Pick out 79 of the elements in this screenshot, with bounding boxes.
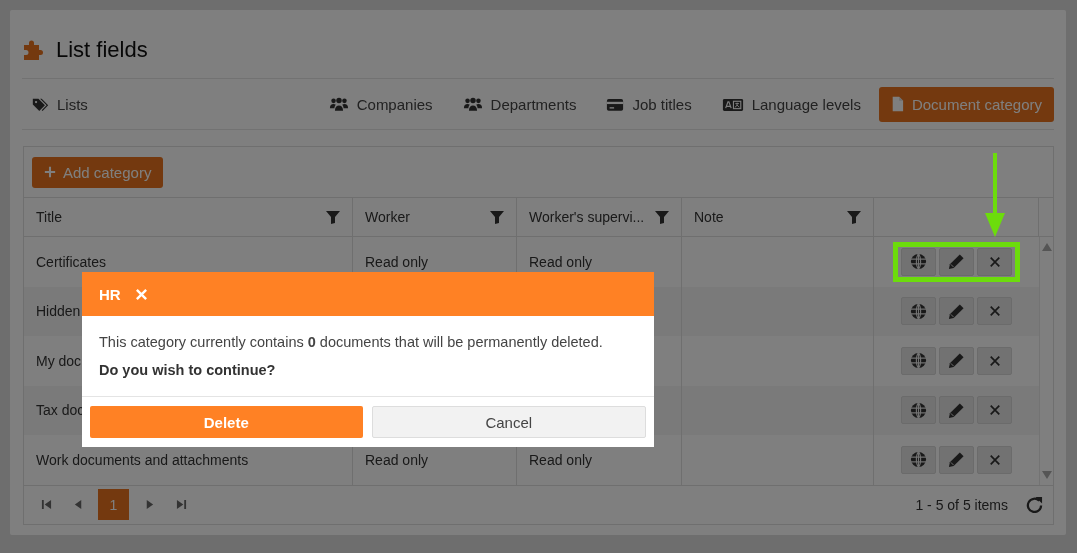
close-icon <box>988 255 1001 268</box>
close-icon <box>988 404 1001 417</box>
nav-tab[interactable]: Companies <box>316 86 445 122</box>
nav-tab[interactable]: Departments <box>450 86 589 122</box>
filter-icon[interactable] <box>655 210 669 224</box>
table-cell: Read only <box>529 451 593 468</box>
nav-tab[interactable]: Language levels <box>709 86 873 122</box>
pencil-icon <box>948 352 965 370</box>
table-cell: Read only <box>529 253 593 270</box>
table-cell: Read only <box>365 253 429 270</box>
close-icon <box>988 305 1001 318</box>
filter-icon[interactable] <box>847 210 861 224</box>
delete-button[interactable] <box>977 247 1012 276</box>
globe-icon <box>910 352 927 370</box>
delete-button[interactable] <box>977 297 1012 326</box>
users-icon <box>328 96 349 112</box>
language-icon <box>721 96 744 112</box>
table-cell: Read only <box>365 451 429 468</box>
edit-button[interactable] <box>939 445 974 474</box>
column-header[interactable]: Note <box>694 209 724 225</box>
translate-button[interactable] <box>901 396 936 425</box>
scroll-up-icon <box>1041 243 1052 251</box>
pencil-icon <box>948 451 965 469</box>
users-icon <box>462 96 483 112</box>
nav-tab[interactable]: Job titles <box>594 86 704 122</box>
scroll-down-icon <box>1041 470 1052 479</box>
last-icon <box>175 499 187 510</box>
edit-button[interactable] <box>939 297 974 326</box>
dialog-message: This category currently contains 0 documents that will be permanently deleted. <box>99 334 604 350</box>
pencil-icon <box>948 302 965 320</box>
column-header[interactable]: Title <box>36 209 62 225</box>
plus-icon <box>44 166 56 178</box>
add-category-button[interactable]: Add category <box>32 156 164 188</box>
delete-button[interactable] <box>977 445 1012 474</box>
close-icon <box>134 287 148 301</box>
id-card-icon <box>606 96 625 112</box>
translate-button[interactable] <box>901 297 936 326</box>
edit-button[interactable] <box>939 247 974 276</box>
pager-summary: 1 - 5 of 5 items <box>915 496 1008 513</box>
close-icon <box>988 453 1001 466</box>
page-button[interactable]: 1 <box>98 489 129 520</box>
refresh-icon <box>1026 496 1043 513</box>
close-button[interactable] <box>134 287 148 301</box>
pencil-icon <box>948 253 965 271</box>
table-cell: My doc <box>36 352 82 369</box>
table-cell: Work documents and attachments <box>36 451 249 468</box>
first-icon <box>40 499 52 510</box>
table-cell: Hidden <box>36 303 81 320</box>
filter-icon[interactable] <box>326 210 340 224</box>
translate-button[interactable] <box>901 445 936 474</box>
column-header[interactable]: Worker's supervi... <box>529 209 645 225</box>
close-icon <box>988 354 1001 367</box>
globe-icon <box>910 253 927 271</box>
nav-tab[interactable]: Document category <box>878 86 1054 122</box>
globe-icon <box>910 401 927 419</box>
translate-button[interactable] <box>901 346 936 375</box>
translate-button[interactable] <box>901 247 936 276</box>
edit-button[interactable] <box>939 346 974 375</box>
edit-button[interactable] <box>939 396 974 425</box>
dialog-title: HR <box>99 285 121 303</box>
file-icon <box>890 96 904 112</box>
page-title: List fields <box>56 37 148 63</box>
filter-icon[interactable] <box>490 210 504 224</box>
refresh-button[interactable] <box>1026 496 1043 513</box>
globe-icon <box>910 451 927 469</box>
delete-button[interactable] <box>977 346 1012 375</box>
prev-icon <box>72 499 84 510</box>
delete-button[interactable] <box>977 396 1012 425</box>
delete-button[interactable]: Delete <box>90 406 363 438</box>
table-cell: Certificates <box>36 253 107 270</box>
cancel-button[interactable]: Cancel <box>371 406 646 438</box>
globe-icon <box>910 302 927 320</box>
tags-icon <box>32 96 49 112</box>
column-header[interactable]: Worker <box>365 209 410 225</box>
dialog-question: Do you wish to continue? <box>99 362 277 378</box>
lists-link[interactable]: Lists <box>22 95 88 113</box>
pencil-icon <box>948 401 965 419</box>
puzzle-icon <box>22 38 44 62</box>
table-cell: Tax doc <box>36 402 85 419</box>
